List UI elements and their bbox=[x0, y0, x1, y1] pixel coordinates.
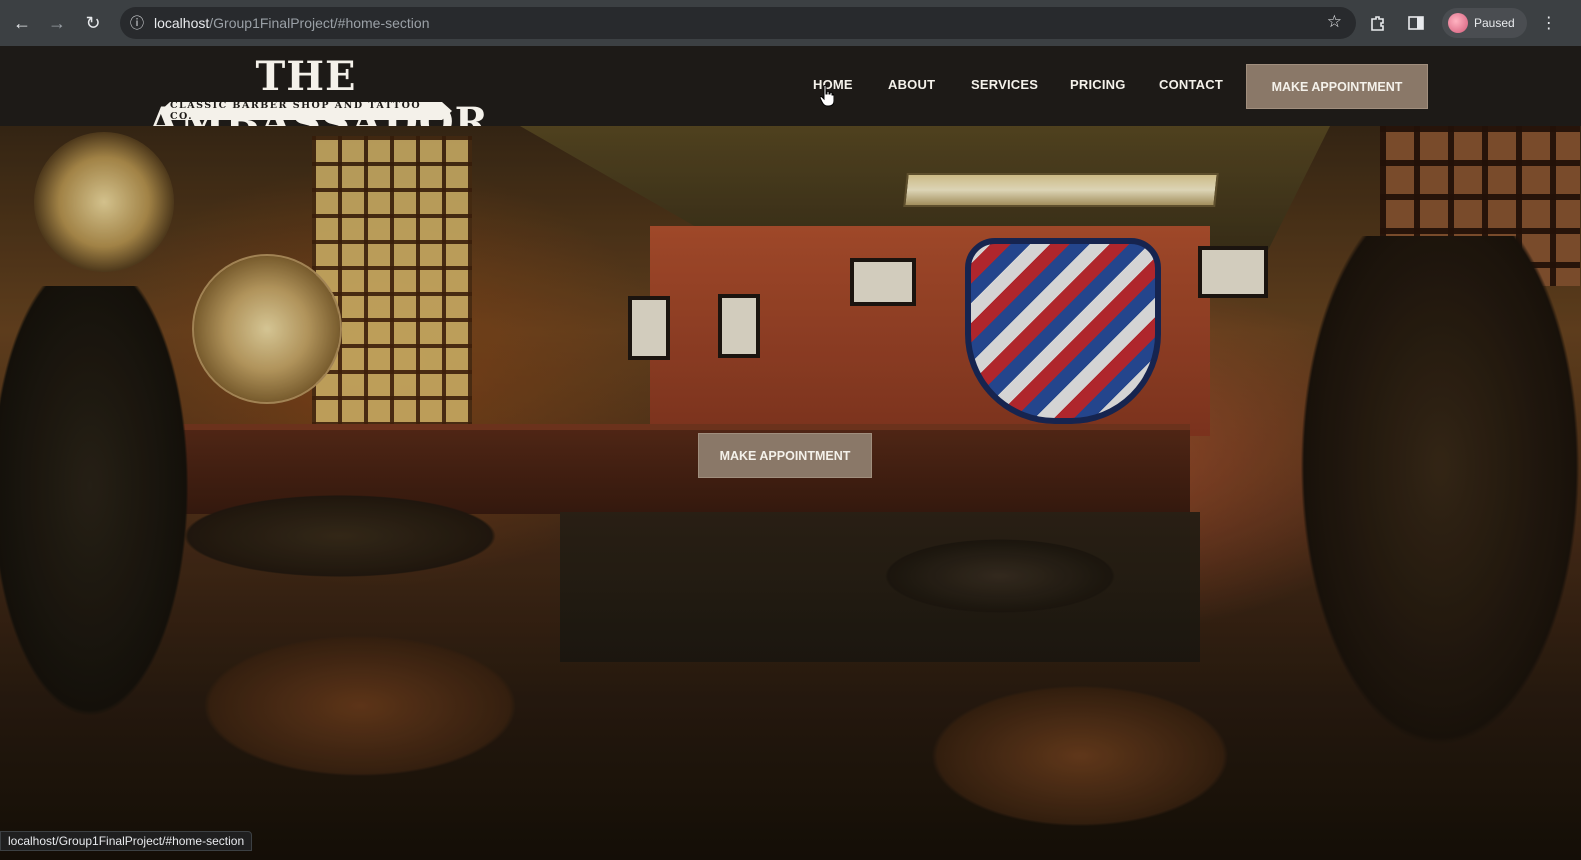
profile-button[interactable]: Paused bbox=[1442, 8, 1527, 38]
extensions-icon[interactable] bbox=[1366, 6, 1390, 40]
address-url[interactable]: localhost/Group1FinalProject/#home-secti… bbox=[154, 15, 430, 31]
url-path: /Group1FinalProject/#home-section bbox=[209, 15, 430, 31]
side-panel-icon[interactable] bbox=[1404, 6, 1428, 40]
nav-services[interactable]: SERVICES bbox=[971, 77, 1038, 92]
status-bar-link-preview: localhost/Group1FinalProject/#home-secti… bbox=[0, 831, 253, 851]
url-host: localhost bbox=[154, 15, 210, 31]
back-arrow-icon[interactable]: ← bbox=[5, 6, 39, 40]
logo-subtitle: CLASSIC BARBER SHOP AND TATTOO CO. bbox=[160, 100, 452, 122]
reload-icon[interactable]: ↻ bbox=[76, 6, 110, 40]
address-bar[interactable]: ⓘ localhost/Group1FinalProject/#home-sec… bbox=[120, 7, 1356, 39]
nav-about[interactable]: ABOUT bbox=[888, 77, 935, 92]
make-appointment-hero-button[interactable]: MAKE APPOINTMENT bbox=[698, 433, 872, 478]
site-header: THE AMBASSADOR CLASSIC BARBER SHOP AND T… bbox=[0, 46, 1581, 146]
pointer-cursor-icon bbox=[820, 85, 834, 107]
site-logo[interactable]: THE AMBASSADOR CLASSIC BARBER SHOP AND T… bbox=[148, 54, 488, 146]
hero-section bbox=[0, 126, 1581, 860]
hero-overlay bbox=[0, 126, 1581, 860]
avatar bbox=[1448, 13, 1468, 33]
nav-contact[interactable]: CONTACT bbox=[1159, 77, 1223, 92]
browser-toolbar: ← → ↻ ⓘ localhost/Group1FinalProject/#ho… bbox=[0, 0, 1581, 46]
make-appointment-nav-button[interactable]: MAKE APPOINTMENT bbox=[1246, 64, 1428, 109]
star-icon[interactable]: ☆ bbox=[1327, 12, 1342, 32]
profile-status: Paused bbox=[1474, 16, 1515, 30]
nav-pricing[interactable]: PRICING bbox=[1070, 77, 1126, 92]
site-info-icon[interactable]: ⓘ bbox=[120, 13, 154, 33]
forward-arrow-icon[interactable]: → bbox=[40, 6, 74, 40]
kebab-menu-icon[interactable]: ⋮ bbox=[1541, 13, 1557, 33]
